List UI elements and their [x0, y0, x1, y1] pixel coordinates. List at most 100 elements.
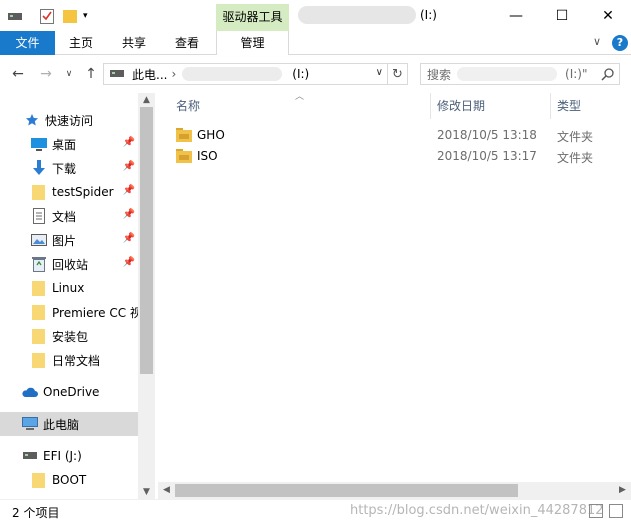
folder-icon: [31, 184, 47, 200]
sidebar-item-pictures[interactable]: 图片 📌: [0, 228, 138, 252]
file-type: 文件夹: [557, 130, 594, 144]
sidebar-item-onedrive[interactable]: OneDrive: [0, 380, 138, 404]
search-placeholder-suffix: (I:)": [565, 67, 588, 81]
address-dropdown-icon[interactable]: ∨: [376, 67, 383, 78]
file-date: 2018/10/5 13:17: [437, 149, 537, 163]
refresh-button[interactable]: ↻: [388, 63, 408, 85]
computer-icon: [22, 416, 38, 432]
sidebar-item-installers[interactable]: 安装包: [0, 324, 138, 348]
sidebar-item-label: 日常文档: [52, 353, 101, 368]
forward-button[interactable]: →: [36, 63, 56, 85]
pin-icon[interactable]: 📌: [123, 185, 135, 196]
column-header-name[interactable]: 名称: [158, 93, 430, 119]
blurred-path: [182, 67, 283, 81]
folder-icon: [31, 304, 47, 320]
sidebar-item-downloads[interactable]: 下载 📌: [0, 156, 138, 180]
tab-share[interactable]: 共享: [113, 31, 155, 55]
tab-view[interactable]: 查看: [166, 31, 208, 55]
drive-icon[interactable]: [8, 6, 22, 26]
sidebar-item-recycle-bin[interactable]: 回收站 📌: [0, 252, 138, 276]
file-name: GHO: [197, 128, 225, 142]
sidebar-scrollbar[interactable]: ▲ ▼: [138, 93, 155, 499]
search-placeholder: 搜索: [427, 67, 452, 82]
collapse-ribbon-icon[interactable]: ∨: [593, 35, 601, 48]
breadcrumb-this-pc[interactable]: 此电...: [132, 66, 167, 83]
tab-file[interactable]: 文件: [0, 31, 55, 55]
file-type: 文件夹: [557, 151, 594, 165]
up-button[interactable]: ↑: [82, 63, 100, 85]
search-input[interactable]: 搜索 (I:)": [420, 63, 620, 85]
pin-icon[interactable]: 📌: [123, 209, 135, 220]
sidebar-item-label: OneDrive: [43, 385, 100, 399]
address-bar[interactable]: 此电... › (I:) ∨: [103, 63, 388, 85]
blurred-search-text: [457, 67, 558, 81]
drive-icon: [110, 69, 126, 79]
sidebar-item-label: EFI (J:): [43, 449, 82, 463]
drive-tools-context-tab: 驱动器工具: [216, 4, 289, 31]
item-count: 2 个项目: [12, 506, 60, 520]
sidebar-item-label: BOOT: [52, 473, 87, 487]
breadcrumb-drive[interactable]: (I:): [292, 67, 309, 81]
properties-icon[interactable]: [40, 6, 54, 26]
horizontal-scrollbar[interactable]: ◀ ▶: [158, 482, 631, 499]
sidebar-item-linux[interactable]: Linux: [0, 276, 138, 300]
column-header-type[interactable]: 类型: [539, 93, 629, 119]
file-name: ISO: [197, 149, 218, 163]
sidebar-item-label: 此电脑: [43, 417, 80, 432]
sidebar-item-documents[interactable]: 文档 📌: [0, 204, 138, 228]
sidebar-item-efi-drive[interactable]: EFI (J:): [0, 444, 138, 468]
window-title: (I:): [420, 8, 437, 22]
sidebar-item-boot[interactable]: BOOT: [0, 468, 138, 492]
scroll-left-icon[interactable]: ◀: [158, 482, 175, 499]
large-icons-view-icon[interactable]: [609, 504, 623, 518]
close-button[interactable]: ✕: [585, 0, 631, 31]
new-folder-icon[interactable]: [63, 6, 77, 26]
recent-locations-button[interactable]: ∨: [62, 63, 76, 85]
sidebar-item-label: 文档: [52, 209, 77, 224]
pin-icon[interactable]: 📌: [123, 257, 135, 268]
maximize-button[interactable]: ☐: [539, 0, 585, 31]
sidebar-item-label: Linux: [52, 281, 85, 295]
table-row[interactable]: GHO 2018/10/5 13:18 文件夹: [176, 126, 616, 146]
sidebar-item-label: 快速访问: [45, 113, 94, 128]
scroll-up-icon[interactable]: ▲: [138, 93, 155, 107]
breadcrumb-separator[interactable]: ›: [171, 67, 176, 81]
search-icon[interactable]: [601, 67, 615, 84]
drive-icon: [22, 448, 38, 464]
sidebar-item-testspider[interactable]: testSpider 📌: [0, 180, 138, 204]
customize-toolbar-icon[interactable]: ▾: [83, 6, 88, 26]
desktop-icon: [31, 136, 47, 152]
minimize-button[interactable]: —: [493, 0, 539, 31]
navigation-bar: ← → ∨ ↑ 此电... › (I:) ∨ ↻ 搜索 (I:)": [0, 59, 631, 89]
back-button[interactable]: ←: [8, 63, 28, 85]
sidebar-item-premiere[interactable]: Premiere CC 视: [0, 300, 138, 324]
scrollbar-thumb[interactable]: [140, 107, 153, 374]
folder-icon: [176, 149, 192, 163]
sidebar-item-quick-access[interactable]: 快速访问: [0, 108, 138, 132]
pin-icon[interactable]: 📌: [123, 137, 135, 148]
cloud-icon: [22, 384, 38, 400]
table-row[interactable]: ISO 2018/10/5 13:17 文件夹: [176, 147, 616, 167]
sidebar-item-label: 下载: [52, 161, 77, 176]
folder-icon: [31, 280, 47, 296]
folder-icon: [176, 128, 192, 142]
sidebar-item-this-pc[interactable]: 此电脑: [0, 412, 138, 436]
help-icon[interactable]: ?: [612, 35, 628, 51]
details-view-icon[interactable]: [589, 504, 603, 518]
pin-icon[interactable]: 📌: [123, 233, 135, 244]
title-bar: ▾ 驱动器工具 (I:) — ☐ ✕: [0, 0, 631, 31]
sidebar-item-desktop[interactable]: 桌面 📌: [0, 132, 138, 156]
ribbon-tabs: 文件 主页 共享 查看 管理 ∨ ?: [0, 31, 631, 55]
column-header-date[interactable]: 修改日期: [419, 93, 539, 119]
scrollbar-thumb[interactable]: [175, 484, 518, 497]
sidebar-item-daily-docs[interactable]: 日常文档: [0, 348, 138, 372]
recycle-bin-icon: [31, 256, 47, 272]
scroll-right-icon[interactable]: ▶: [614, 482, 631, 499]
tab-home[interactable]: 主页: [60, 31, 102, 55]
scroll-down-icon[interactable]: ▼: [138, 485, 155, 499]
status-bar: 2 个项目 https://blog.csdn.net/weixin_44287…: [0, 499, 631, 523]
file-date: 2018/10/5 13:18: [437, 128, 537, 142]
tab-manage[interactable]: 管理: [216, 31, 289, 55]
watermark: https://blog.csdn.net/weixin_44287812: [350, 503, 604, 518]
pin-icon[interactable]: 📌: [123, 161, 135, 172]
